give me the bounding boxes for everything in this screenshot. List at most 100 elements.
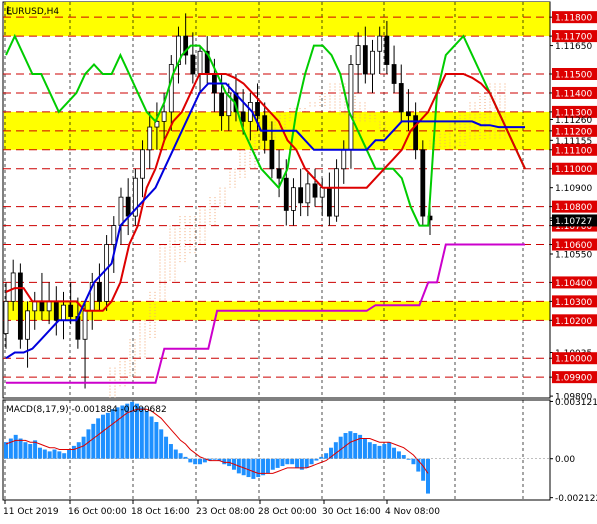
price-tick-label: 1.10550 xyxy=(555,251,592,261)
x-tick-label: 4 Nov 08:00 xyxy=(385,507,440,517)
price-tick-label: 1.11260 xyxy=(555,116,592,126)
macd-bar xyxy=(392,447,397,459)
candle-body xyxy=(104,244,110,302)
macd-bar xyxy=(367,442,372,459)
x-tick-label: 16 Oct 00:00 xyxy=(68,507,127,517)
macd-bar xyxy=(149,416,154,459)
macd-bar xyxy=(309,458,314,465)
macd-bar xyxy=(178,453,183,459)
macd-bar xyxy=(139,407,144,459)
price-tick-label: 1.11800 xyxy=(555,14,592,24)
candle-body xyxy=(125,196,131,217)
candle-body xyxy=(140,149,145,179)
price-tick-label: 1.11100 xyxy=(555,146,592,156)
candle-body xyxy=(276,168,282,179)
candle-body xyxy=(348,64,354,151)
macd-bar xyxy=(42,449,47,459)
macd-bar xyxy=(28,444,33,459)
macd-bar xyxy=(115,407,120,459)
candle-body xyxy=(269,139,275,170)
macd-bar xyxy=(265,458,270,474)
price-tick-label: 1.10400 xyxy=(555,279,592,289)
macd-bar xyxy=(411,458,416,465)
macd-bar xyxy=(101,414,106,459)
candle-body xyxy=(219,92,224,117)
x-tick-label: 30 Oct 16:00 xyxy=(322,507,381,517)
candle-body xyxy=(190,54,196,75)
macd-bar xyxy=(47,451,52,459)
macd-bar xyxy=(421,458,426,481)
candle-body xyxy=(25,310,30,340)
macd-bar xyxy=(251,458,256,479)
macd-bar xyxy=(382,444,387,459)
macd-bar xyxy=(154,422,159,459)
x-tick-label: 11 Oct 2019 xyxy=(3,507,59,517)
macd-bar xyxy=(193,458,198,465)
macd-tick-label: 0.00 xyxy=(555,455,575,465)
macd-bar xyxy=(105,412,110,459)
macd-bar xyxy=(164,436,169,459)
price-tick-label: 1.11000 xyxy=(555,165,592,175)
candle-body xyxy=(334,168,339,217)
price-tick-label: 1.11500 xyxy=(555,71,592,81)
candle-body xyxy=(391,64,397,84)
price-tick-label: 1.10300 xyxy=(555,298,592,308)
macd-bar xyxy=(324,453,329,459)
macd-bar xyxy=(4,442,8,459)
macd-bar xyxy=(338,436,343,459)
candle-body xyxy=(420,149,426,217)
candle-body xyxy=(197,50,203,75)
macd-bar xyxy=(426,458,430,494)
macd-bar xyxy=(256,458,261,478)
price-tick-label: 1.10900 xyxy=(555,184,592,194)
macd-bar xyxy=(18,438,23,459)
candle-body xyxy=(147,126,153,151)
candle-body xyxy=(362,45,368,75)
macd-bar xyxy=(96,418,101,459)
price-tick-label: 1.10200 xyxy=(555,317,592,327)
candle-body xyxy=(341,149,347,170)
macd-bar xyxy=(86,429,91,459)
candle-body xyxy=(255,102,260,117)
price-tick-label: 1.10727 xyxy=(555,217,592,227)
macd-bar xyxy=(71,445,76,459)
candle-body xyxy=(305,183,311,204)
macd-bar xyxy=(57,451,62,459)
candle-body xyxy=(283,177,289,211)
candle-body xyxy=(168,64,174,113)
candle-body xyxy=(17,272,23,340)
macd-bar xyxy=(67,449,72,459)
macd-bar xyxy=(304,458,309,468)
macd-bar xyxy=(23,442,28,459)
macd-bar xyxy=(159,429,164,459)
x-tick-label: 28 Oct 00:00 xyxy=(258,507,317,517)
macd-bar xyxy=(81,436,86,459)
candle-body xyxy=(82,310,88,340)
macd-bar xyxy=(37,447,42,459)
candle-body xyxy=(355,45,361,65)
candle-body xyxy=(398,83,404,113)
macd-bar xyxy=(270,458,275,470)
candle-body xyxy=(97,282,102,302)
macd-bar xyxy=(401,455,406,459)
macd-bar xyxy=(198,458,203,465)
macd-bar xyxy=(144,411,149,459)
macd-bar xyxy=(76,442,81,459)
candle-body xyxy=(32,300,38,312)
price-tick-label: 1.11400 xyxy=(555,89,592,99)
macd-bar xyxy=(246,458,251,478)
candle-body xyxy=(370,50,375,75)
price-tick-label: 1.11650 xyxy=(555,42,592,52)
macd-bar xyxy=(110,409,115,459)
candle-body xyxy=(68,304,74,317)
macd-bar xyxy=(188,458,193,463)
candle-body xyxy=(46,300,52,312)
candle-body xyxy=(291,187,296,211)
macd-bar xyxy=(396,451,401,459)
candle-body xyxy=(377,35,383,52)
macd-bar xyxy=(62,453,67,459)
macd-bar xyxy=(280,458,285,467)
candle-body xyxy=(406,111,411,117)
macd-bar xyxy=(13,434,18,459)
macd-bar xyxy=(285,458,290,465)
